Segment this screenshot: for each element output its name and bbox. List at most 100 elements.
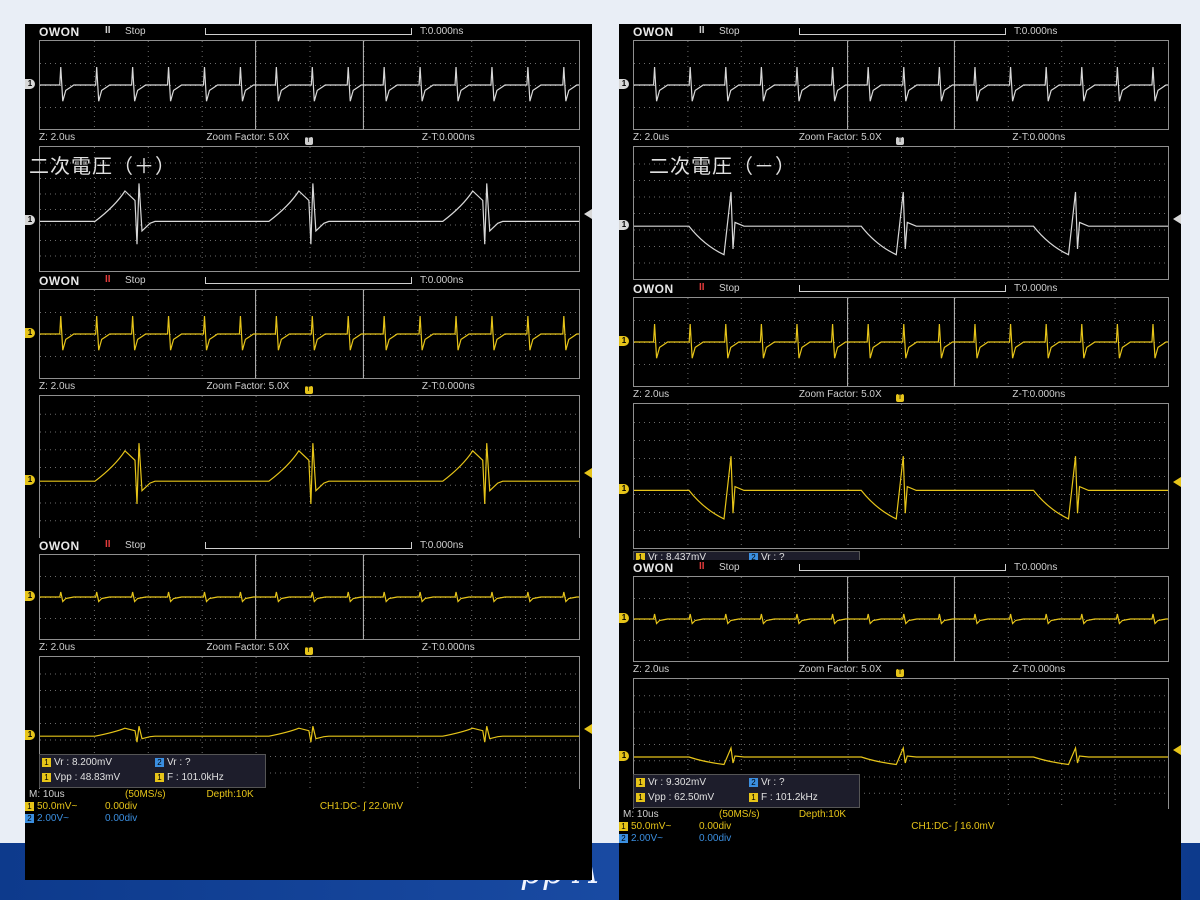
ch2-vr: 2 Vr : ? — [749, 777, 785, 788]
zoom-factor: Zoom Factor: 5.0X — [798, 389, 882, 400]
zoom-timebase: Z: 2.0us — [39, 132, 76, 143]
owon-logo: OWON — [633, 282, 674, 296]
trigger-level-marker — [584, 468, 592, 479]
ch1-offset: 0.00div — [699, 821, 732, 832]
waveform-label: 二次電圧（－） — [649, 156, 796, 178]
run-indicator: II — [105, 25, 111, 36]
zoom-trigger-time: Z-T:0.000ns — [421, 642, 475, 653]
ch1-vr: 1 Vr : 8.200mV — [42, 757, 112, 768]
zoom-grid — [39, 395, 580, 539]
ch1-freq: 1F : 101.2kHz — [749, 792, 818, 803]
ch1-marker: 1 — [619, 613, 629, 623]
trigger-position-marker: T — [304, 386, 313, 394]
left-yellow-2-screen: OWON II Stop T:0.000ns 1 Z: 2.0us Zoom Fa… — [25, 538, 592, 880]
scope-bottom-bar: M: 10us (50MS/s) Depth:10K 1 50.0mV~ 0.00… — [25, 789, 592, 824]
ch2-offset: 0.00div — [699, 833, 732, 844]
zoom-factor: Zoom Factor: 5.0X — [206, 381, 290, 392]
run-indicator: II — [699, 561, 705, 572]
scope-status-bar: OWON II Stop T:0.000ns — [25, 24, 592, 39]
right-white-screen: OWON II Stop T:0.000ns 1 Z: 2.0us Zoom Fa… — [619, 24, 1181, 282]
scope-status-bar: OWON II Stop T:0.000ns — [25, 538, 592, 553]
trigger-level-marker — [584, 209, 592, 220]
left-white-screen: OWON II Stop T:0.000ns 1 Z: 2.0us Zoom Fa… — [25, 24, 592, 274]
zoom-timebase: Z: 2.0us — [39, 642, 76, 653]
owon-logo: OWON — [633, 25, 674, 39]
run-indicator: II — [699, 282, 705, 293]
zoom-factor: Zoom Factor: 5.0X — [206, 132, 290, 143]
overview-grid — [633, 297, 1169, 387]
ch1-marker: 1 — [25, 591, 35, 601]
timebase-bar — [205, 277, 412, 284]
trigger-time: T:0.000ns — [1014, 562, 1058, 573]
memory-depth: Depth:10K — [206, 789, 254, 800]
timebase-bar — [799, 564, 1006, 571]
sample-rate: (50MS/s) — [719, 809, 760, 820]
ch1-offset: 0.00div — [105, 801, 138, 812]
trigger-level-marker — [1173, 477, 1181, 488]
trigger-level-marker — [584, 723, 592, 734]
trigger-position-marker: T — [304, 137, 313, 145]
left-yellow-1-screen: OWON II Stop T:0.000ns 1 Z: 2.0us Zoom Fa… — [25, 273, 592, 541]
overview-grid — [633, 40, 1169, 130]
zoom-timebase: Z: 2.0us — [633, 664, 670, 675]
run-indicator: II — [699, 25, 705, 36]
zoom-factor: Zoom Factor: 5.0X — [798, 664, 882, 675]
timebase-bar — [799, 28, 1006, 35]
trigger-position-marker: T — [896, 669, 904, 677]
ch1-vr: 1 Vr : 9.302mV — [636, 777, 706, 788]
scope-status-bar: OWON II Stop T:0.000ns — [619, 281, 1181, 296]
main-timebase: M: 10us — [29, 789, 65, 800]
trigger-position-marker: T — [304, 647, 313, 655]
timebase-bar — [205, 542, 412, 549]
zoom-trace — [40, 443, 579, 505]
zoom-timebase: Z: 2.0us — [633, 132, 670, 143]
scope-bottom-bar: M: 10us (50MS/s) Depth:10K 1 50.0mV~ 0.00… — [619, 809, 1181, 844]
waveform-label: 二次電圧（＋） — [29, 156, 176, 178]
trigger-level-marker — [1173, 213, 1181, 224]
scope-status-bar: OWON II Stop T:0.000ns — [619, 24, 1181, 39]
ch1-freq: 1F : 101.0kHz — [155, 772, 224, 783]
ch1-zoom-marker: 1 — [25, 475, 35, 486]
ch1-marker: 1 — [619, 79, 629, 89]
overview-grid — [39, 289, 580, 379]
trigger-position-marker: T — [896, 137, 904, 145]
ch1-marker: 1 — [619, 336, 629, 346]
run-indicator: II — [105, 539, 111, 550]
overview-grid — [39, 554, 580, 640]
trigger-time: T:0.000ns — [1014, 283, 1058, 294]
trigger-time: T:0.000ns — [420, 540, 464, 551]
zoom-timebase: Z: 2.0us — [633, 389, 670, 400]
stop-status: Stop — [125, 275, 146, 286]
zoom-trace — [634, 191, 1168, 256]
owon-logo: OWON — [39, 25, 80, 39]
timebase-bar — [799, 285, 1006, 292]
ch1-scale: 1 50.0mV~ — [619, 821, 671, 832]
owon-logo: OWON — [39, 274, 80, 288]
sample-rate: (50MS/s) — [125, 789, 166, 800]
stop-status: Stop — [125, 540, 146, 551]
ch1-zoom-marker: 1 — [25, 730, 35, 741]
timebase-bar — [205, 28, 412, 35]
zoom-factor: Zoom Factor: 5.0X — [206, 642, 290, 653]
zoom-trigger-time: Z-T:0.000ns — [1012, 389, 1066, 400]
zoom-trigger-time: Z-T:0.000ns — [1012, 664, 1066, 675]
ch2-offset: 0.00div — [105, 813, 138, 824]
zoom-factor: Zoom Factor: 5.0X — [798, 132, 882, 143]
right-yellow-1-screen: OWON II Stop T:0.000ns 1 Z: 2.0us Zoom Fa… — [619, 281, 1181, 561]
ch2-vr: 2 Vr : ? — [155, 757, 191, 768]
ch1-scale: 1 50.0mV~ — [25, 801, 77, 812]
stop-status: Stop — [719, 283, 740, 294]
main-timebase: M: 10us — [623, 809, 659, 820]
ch1-zoom-marker: 1 — [619, 751, 629, 761]
trigger-setting: CH1:DC- ∫ 16.0mV — [911, 821, 995, 832]
run-indicator: II — [105, 274, 111, 285]
ch1-marker: 1 — [25, 328, 35, 338]
trigger-time: T:0.000ns — [420, 26, 464, 37]
trigger-setting: CH1:DC- ∫ 22.0mV — [319, 801, 404, 812]
trigger-position-marker: T — [896, 394, 904, 402]
scope-status-bar: OWON II Stop T:0.000ns — [619, 560, 1181, 575]
zoom-trigger-time: Z-T:0.000ns — [1012, 132, 1066, 143]
zoom-trigger-time: Z-T:0.000ns — [421, 132, 475, 143]
ch1-marker: 1 — [25, 79, 35, 89]
ch2-scale: 2 2.00V~ — [619, 833, 663, 844]
